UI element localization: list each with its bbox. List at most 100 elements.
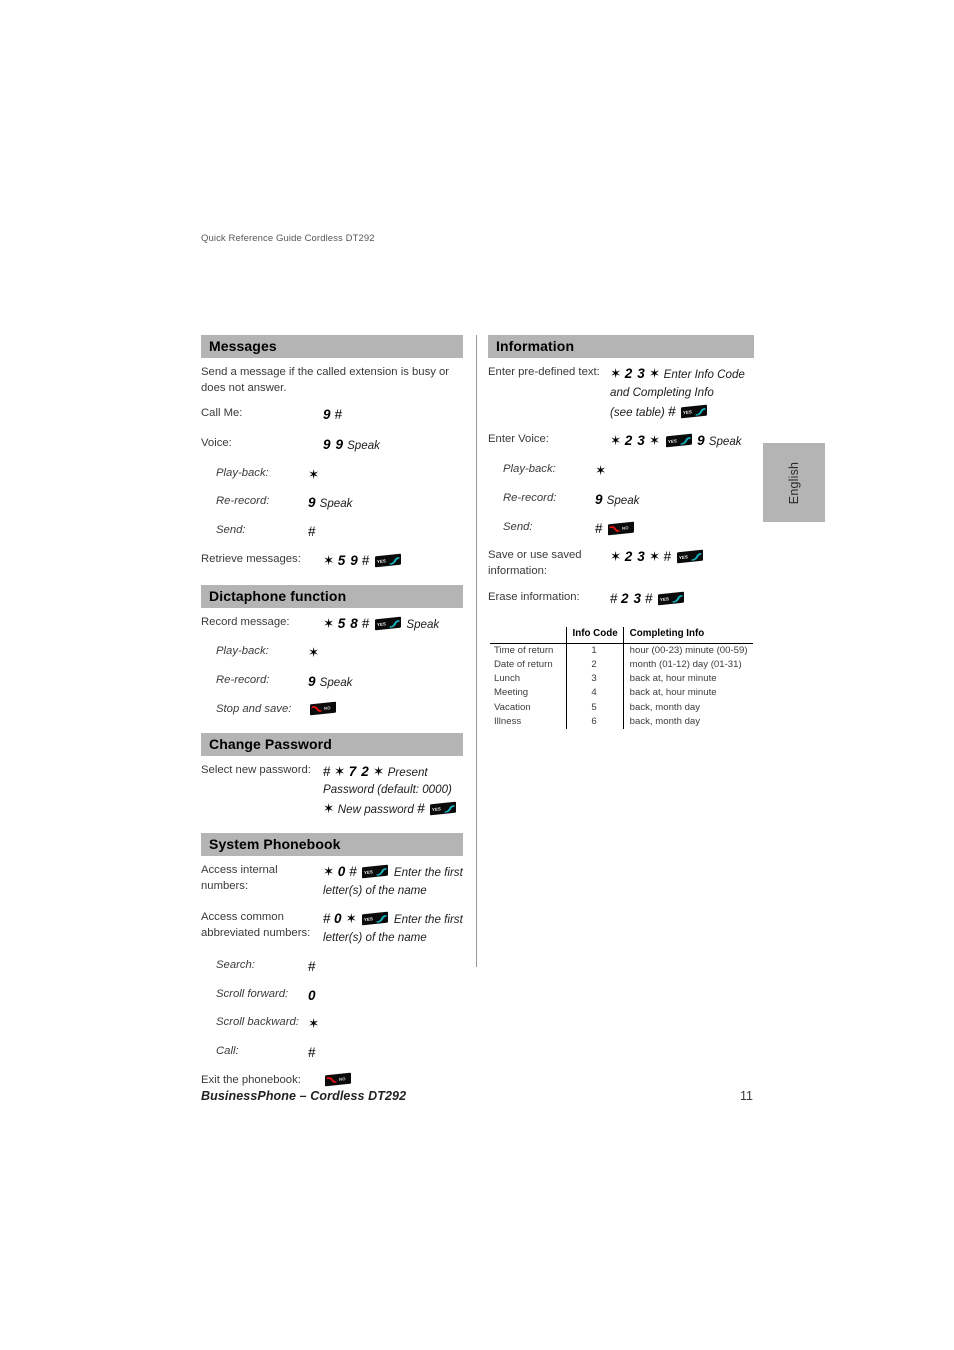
instruction-row: Save or use saved information: ✶ 2 3 ✶ # … bbox=[488, 547, 754, 579]
offhook-glyph bbox=[376, 867, 387, 876]
right-column: Information Enter pre-defined text: ✶ 2 3 … bbox=[488, 335, 754, 730]
keypad-digits: 9 bbox=[595, 491, 604, 507]
instruction-label: Select new password: bbox=[201, 763, 311, 776]
keypad-digits: 9 bbox=[323, 407, 332, 423]
left-column: Messages Send a message if the called ext… bbox=[201, 335, 463, 1100]
instruction-text: letter(s) of the name bbox=[323, 931, 427, 945]
instruction-text: Enter the first bbox=[393, 913, 463, 927]
instruction-text: Speak bbox=[406, 617, 440, 631]
instruction-label: Enter Voice: bbox=[488, 433, 549, 446]
instruction-row: Search: # bbox=[201, 957, 463, 977]
yes-key-label: YES bbox=[678, 553, 688, 560]
keypad-symbol: ✶ bbox=[323, 615, 335, 631]
keypad-digits: 5 9 bbox=[337, 552, 359, 568]
keypad-digits: 0 bbox=[334, 911, 343, 927]
yes-key-icon: YES bbox=[362, 864, 389, 879]
keypad-symbol: # bbox=[334, 407, 343, 423]
table-cell: 4 bbox=[565, 686, 624, 701]
no-key-icon: NO bbox=[310, 701, 336, 716]
instruction-line: and Completing Info bbox=[610, 384, 754, 402]
table-cell: Illness bbox=[494, 715, 522, 727]
keypad-symbol: ✶ bbox=[610, 366, 622, 381]
offhook-glyph bbox=[444, 804, 455, 813]
instruction-line: ✶ New password # YES bbox=[323, 799, 463, 819]
table-cell: hour (00-23) minute (00-59) bbox=[629, 644, 748, 656]
keypad-symbol: ✶ bbox=[323, 552, 335, 568]
instruction-row: Erase information: # 2 3 # YES bbox=[488, 589, 754, 609]
instruction-label: Play-back: bbox=[216, 645, 269, 658]
yes-key-icon: YES bbox=[665, 433, 692, 448]
keypad-symbol: # bbox=[308, 1045, 316, 1061]
section-heading-system-phonebook: System Phonebook bbox=[201, 832, 463, 856]
keypad-symbol: ✶ bbox=[648, 366, 661, 381]
no-key-label: NO bbox=[324, 704, 331, 711]
section-heading-change-password: Change Password bbox=[201, 732, 463, 756]
no-key-icon: NO bbox=[325, 1072, 351, 1087]
instruction-line: Password (default: 0000) bbox=[323, 781, 463, 799]
instruction-value: 9 # bbox=[323, 405, 463, 425]
yes-key-icon: YES bbox=[676, 549, 703, 564]
keypad-symbol: ✶ bbox=[372, 763, 385, 779]
keypad-digits: 9 9 bbox=[323, 436, 344, 452]
instruction-text: (see table) bbox=[610, 405, 665, 419]
instruction-value: NO bbox=[308, 701, 463, 719]
instruction-row: Play-back: ✶ bbox=[201, 643, 463, 663]
section-heading-dictaphone: Dictaphone function bbox=[201, 584, 463, 608]
table-header-cell bbox=[490, 627, 566, 644]
instruction-value: 0 bbox=[308, 986, 463, 1006]
instruction-value: # bbox=[308, 522, 463, 542]
keypad-symbol: ✶ bbox=[345, 911, 357, 927]
keypad-symbol: # bbox=[308, 524, 316, 540]
keypad-symbol: # bbox=[610, 591, 618, 607]
keypad-symbol: ✶ bbox=[595, 463, 607, 478]
table-cell: 5 bbox=[565, 700, 624, 715]
table-cell: 6 bbox=[565, 714, 624, 730]
keypad-symbol: ✶ bbox=[648, 549, 661, 565]
yes-key-label: YES bbox=[364, 916, 374, 922]
instruction-label: Re-record: bbox=[503, 491, 557, 504]
instruction-row: Access internal numbers: ✶ 0 # YES Enter … bbox=[201, 862, 463, 900]
instruction-row: Play-back: ✶ bbox=[201, 465, 463, 485]
yes-key-label: YES bbox=[667, 437, 677, 444]
table-row: Illness 6 back, month day bbox=[490, 714, 753, 730]
instruction-row: Re-record: 9 Speak bbox=[201, 672, 463, 692]
keypad-digits: 0 bbox=[337, 863, 346, 879]
table-header-cell: Completing Info bbox=[623, 627, 753, 644]
table-row: Date of return 2 month (01-12) day (01-31) bbox=[490, 657, 753, 673]
offhook-glyph bbox=[389, 556, 400, 565]
instruction-text: Speak bbox=[708, 435, 742, 449]
keypad-symbol: # bbox=[323, 763, 331, 779]
table-cell: Time of return bbox=[494, 644, 554, 656]
keypad-digits: 2 3 bbox=[621, 591, 642, 607]
instruction-text: and Completing Info bbox=[610, 385, 714, 399]
instruction-row: Re-record: 9 Speak bbox=[488, 490, 754, 510]
instruction-value: ✶ 5 8 # YES Speak bbox=[323, 614, 463, 634]
keypad-symbol: # bbox=[349, 863, 357, 879]
no-key-label: NO bbox=[339, 1075, 346, 1082]
instruction-row: Send: # bbox=[201, 522, 463, 542]
instruction-label: Enter pre-defined text: bbox=[488, 366, 600, 378]
instruction-value: ✶ 0 # YES Enter the first letter(s) of t… bbox=[323, 862, 463, 900]
keypad-symbol: ✶ bbox=[323, 801, 335, 817]
keypad-symbol: ✶ bbox=[610, 549, 622, 565]
instruction-label: Play-back: bbox=[503, 463, 556, 475]
instruction-value: 9 Speak bbox=[308, 672, 463, 692]
instruction-row: Scroll backward: ✶ bbox=[201, 1014, 463, 1034]
instruction-value: ✶ 5 9 # YES bbox=[323, 551, 463, 571]
instruction-value: # 0 ✶ YES Enter the first letter(s) of t… bbox=[323, 909, 463, 947]
instruction-text: New password bbox=[337, 803, 414, 817]
keypad-symbol: ✶ bbox=[308, 645, 320, 661]
instruction-label: Call: bbox=[216, 1045, 239, 1058]
table-cell: 1 bbox=[565, 643, 624, 658]
table-cell: 2 bbox=[565, 657, 624, 673]
keypad-symbol: # bbox=[417, 801, 425, 817]
yes-key-icon: YES bbox=[658, 591, 685, 606]
footer: BusinessPhone – Cordless DT292 11 bbox=[201, 1089, 753, 1103]
no-key-icon: NO bbox=[608, 521, 634, 535]
table-cell: month (01-12) day (01-31) bbox=[629, 658, 742, 670]
yes-key-icon: YES bbox=[362, 911, 389, 926]
keypad-symbol: ✶ bbox=[610, 433, 622, 449]
yes-key-icon: YES bbox=[374, 553, 401, 568]
instruction-value: # ✶ 7 2 ✶ Present Password (default: 000… bbox=[323, 762, 463, 819]
keypad-symbol: ✶ bbox=[323, 863, 335, 879]
